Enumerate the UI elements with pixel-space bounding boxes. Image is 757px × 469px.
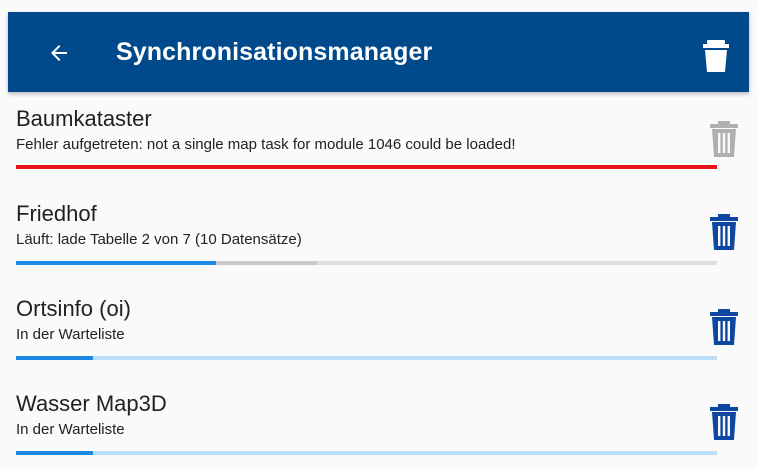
job-name: Ortsinfo (oi) — [16, 296, 131, 321]
job-status: Fehler aufgetreten: not a single map tas… — [16, 136, 516, 153]
sync-job-item[interactable]: Wasser Map3D In der Warteliste — [8, 377, 749, 469]
sync-job-item[interactable]: Ortsinfo (oi) In der Warteliste — [8, 282, 749, 374]
app-bar: Synchronisationsmanager — [8, 12, 749, 92]
job-status: In der Warteliste — [16, 326, 125, 343]
back-button[interactable] — [42, 36, 76, 70]
trash-icon — [710, 404, 738, 440]
job-progress-fill — [16, 356, 94, 360]
job-progress-fill — [16, 261, 216, 265]
job-name: Friedhof — [16, 201, 97, 226]
sync-job-item[interactable]: Friedhof Läuft: lade Tabelle 2 von 7 (10 … — [8, 187, 749, 279]
delete-job-button[interactable] — [709, 214, 739, 250]
sync-job-item[interactable]: Baumkataster Fehler aufgetreten: not a si… — [8, 92, 749, 184]
job-progress-bar — [16, 261, 717, 265]
arrow-left-icon — [51, 45, 67, 61]
job-progress-bar — [16, 451, 717, 455]
delete-job-button[interactable] — [709, 404, 739, 440]
trash-icon — [710, 309, 738, 345]
page-title: Synchronisationsmanager — [116, 38, 433, 66]
delete-all-button[interactable] — [703, 40, 729, 72]
trash-icon — [710, 121, 738, 157]
job-progress-bar — [16, 165, 717, 169]
job-progress-fill — [16, 451, 94, 455]
delete-job-button[interactable] — [709, 309, 739, 345]
trash-icon — [703, 40, 729, 72]
job-status: Läuft: lade Tabelle 2 von 7 (10 Datensät… — [16, 231, 302, 248]
job-name: Wasser Map3D — [16, 391, 167, 416]
trash-icon — [710, 214, 738, 250]
job-progress-bar — [16, 356, 717, 360]
job-name: Baumkataster — [16, 106, 152, 131]
delete-job-button[interactable] — [709, 121, 739, 157]
job-progress-fill — [16, 165, 717, 169]
job-status: In der Warteliste — [16, 421, 125, 438]
